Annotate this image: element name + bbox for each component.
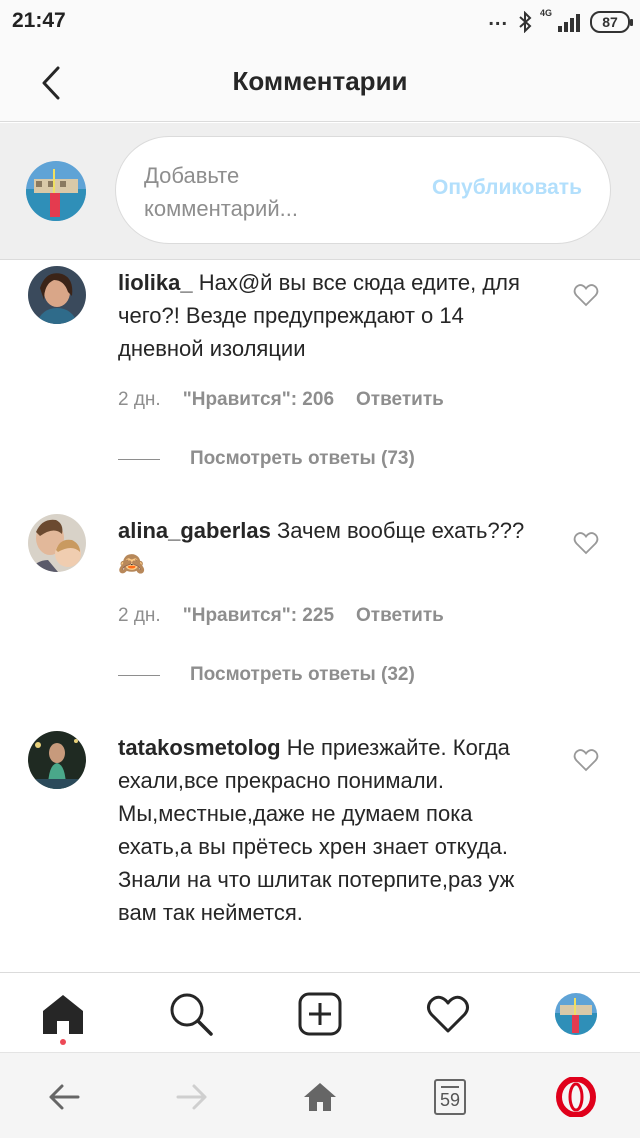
comment-username[interactable]: liolika_ — [118, 270, 193, 295]
browser-tabs-button[interactable]: 59 — [428, 1075, 472, 1119]
view-replies[interactable]: Посмотреть ответы (73) — [118, 448, 415, 470]
activity-heart-icon — [427, 995, 469, 1033]
browser-back-button[interactable] — [42, 1075, 86, 1119]
nav-new-post[interactable] — [297, 991, 343, 1037]
comment-text: liolika_ Нах@й вы все сюда едите, для че… — [118, 266, 538, 365]
view-replies-label[interactable]: Посмотреть ответы (73) — [190, 448, 415, 470]
comment-time: 2 дн. — [118, 605, 161, 626]
nav-home[interactable] — [40, 991, 86, 1037]
comment-composer: Добавьте комментарий... Опубликовать — [0, 123, 640, 260]
status-bar: 21:47 ... 4G 87 — [0, 0, 640, 44]
notification-dot — [60, 1039, 66, 1045]
current-user-avatar — [26, 161, 86, 221]
view-replies[interactable]: Посмотреть ответы (32) — [118, 664, 415, 686]
comment-time: 2 дн. — [118, 389, 161, 410]
page-title: Комментарии — [232, 66, 408, 96]
comment-item: tatakosmetolog Не приезжайте. Когда ехал… — [0, 731, 640, 971]
search-icon — [170, 993, 213, 1036]
battery-indicator: 87 — [590, 11, 633, 33]
home-icon — [304, 1083, 336, 1111]
profile-avatar — [555, 993, 597, 1035]
comment-avatar[interactable] — [28, 266, 86, 324]
comment-text: alina_gaberlas Зачем вообще ехать???🙈 — [118, 514, 538, 580]
reply-button[interactable]: Ответить — [356, 389, 444, 411]
back-arrow-icon — [49, 1084, 80, 1110]
nav-activity[interactable] — [425, 991, 471, 1037]
app-bottom-nav — [0, 972, 640, 1052]
divider-line — [118, 458, 160, 460]
header: Комментарии — [0, 44, 640, 122]
like-heart-icon[interactable] — [573, 748, 599, 772]
comment-avatar[interactable] — [28, 514, 86, 572]
comment-avatar[interactable] — [28, 731, 86, 789]
comment-meta: 2 дн. "Нравится": 206 Ответить — [118, 389, 444, 411]
status-more-icon: ... — [488, 8, 508, 30]
like-heart-icon[interactable] — [573, 283, 599, 307]
comment-likes[interactable]: "Нравится": 225 — [183, 605, 334, 627]
nav-profile[interactable] — [553, 991, 599, 1037]
opera-logo-icon — [556, 1077, 596, 1117]
forward-arrow-icon — [176, 1084, 207, 1110]
bluetooth-icon — [519, 11, 532, 33]
status-icons: ... 4G 87 — [488, 8, 633, 36]
like-heart-icon[interactable] — [573, 531, 599, 555]
comment-meta: 2 дн. "Нравится": 225 Ответить — [118, 605, 444, 627]
comment-text: tatakosmetolog Не приезжайте. Когда ехал… — [118, 731, 538, 929]
nav-search[interactable] — [168, 991, 214, 1037]
add-post-icon — [298, 992, 342, 1036]
battery-level: 87 — [602, 14, 618, 30]
comment-username[interactable]: alina_gaberlas — [118, 518, 271, 543]
status-time: 21:47 — [12, 9, 66, 32]
comment-body: Не приезжайте. Когда ехали,все прекрасно… — [118, 735, 515, 925]
comment-item: alina_gaberlas Зачем вообще ехать???🙈 2 … — [0, 514, 640, 694]
browser-home-button[interactable] — [298, 1075, 342, 1119]
comment-item: liolika_ Нах@й вы все сюда едите, для че… — [0, 266, 640, 476]
browser-menu-button[interactable] — [554, 1075, 598, 1119]
reply-button[interactable]: Ответить — [356, 605, 444, 627]
network-type: 4G — [540, 8, 553, 18]
tabs-icon: 59 — [434, 1079, 466, 1115]
home-icon — [43, 995, 83, 1034]
browser-forward-button[interactable] — [170, 1075, 214, 1119]
comment-likes[interactable]: "Нравится": 206 — [183, 389, 334, 411]
comment-username[interactable]: tatakosmetolog — [118, 735, 281, 760]
view-replies-label[interactable]: Посмотреть ответы (32) — [190, 664, 415, 686]
browser-bottom-nav: 59 — [0, 1052, 640, 1138]
comment-input[interactable]: Добавьте комментарий... Опубликовать — [115, 136, 611, 244]
publish-button[interactable]: Опубликовать — [432, 176, 582, 200]
tab-count: 59 — [434, 1079, 466, 1115]
signal-icon: 4G — [540, 8, 580, 32]
comment-input-placeholder: Добавьте комментарий... — [144, 163, 298, 221]
divider-line — [118, 674, 160, 676]
